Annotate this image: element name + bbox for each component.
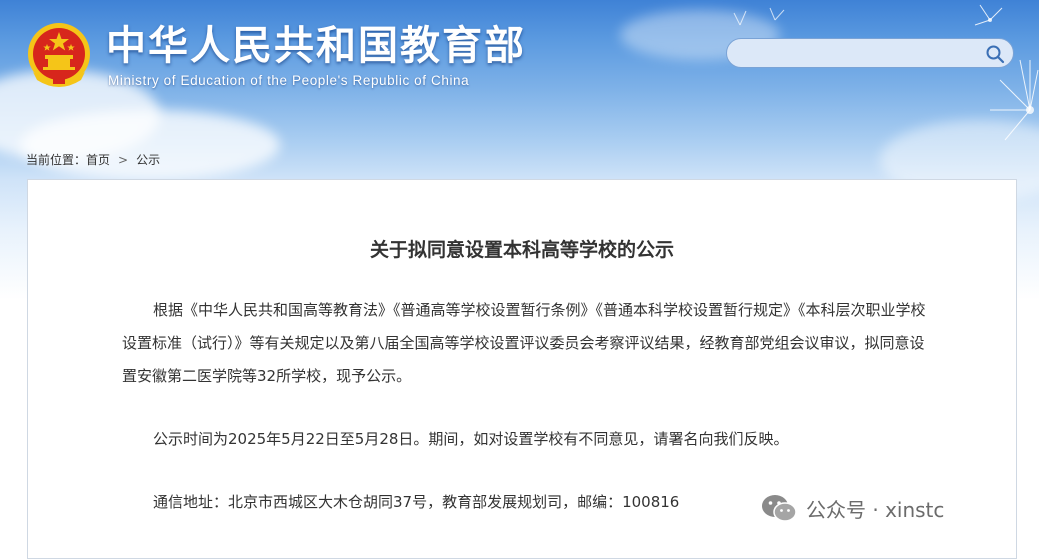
article-paragraph: 根据《中华人民共和国高等教育法》《普通高等学校设置暂行条例》《普通本科学校设置暂… <box>122 301 926 385</box>
search-box <box>726 38 1014 68</box>
search-icon[interactable] <box>985 44 1005 64</box>
breadcrumb-separator: > <box>118 153 129 167</box>
article-paragraph: 公示时间为2025年5月22日至5月28日。期间，如对设置学校有不同意见，请署名… <box>153 430 789 448</box>
site-title[interactable]: 中华人民共和国教育部 <box>106 22 526 70</box>
site-subtitle: Ministry of Education of the People's Re… <box>108 73 470 88</box>
wechat-icon <box>762 495 797 522</box>
breadcrumb: 当前位置：首页 > 公示 <box>26 151 160 168</box>
watermark: 公众号 · xinstc <box>760 492 944 524</box>
article-title: 关于拟同意设置本科高等学校的公示 <box>369 239 674 261</box>
breadcrumb-prefix: 当前位置： <box>26 153 87 167</box>
site-header: 中华人民共和国教育部 Ministry of Education of the … <box>0 0 1039 140</box>
breadcrumb-current-link[interactable]: 公示 <box>136 153 160 167</box>
search-input[interactable] <box>741 43 985 65</box>
breadcrumb-home-link[interactable]: 首页 <box>86 153 110 167</box>
watermark-text: 公众号 · xinstc <box>806 497 945 522</box>
national-emblem-icon[interactable] <box>25 22 93 90</box>
